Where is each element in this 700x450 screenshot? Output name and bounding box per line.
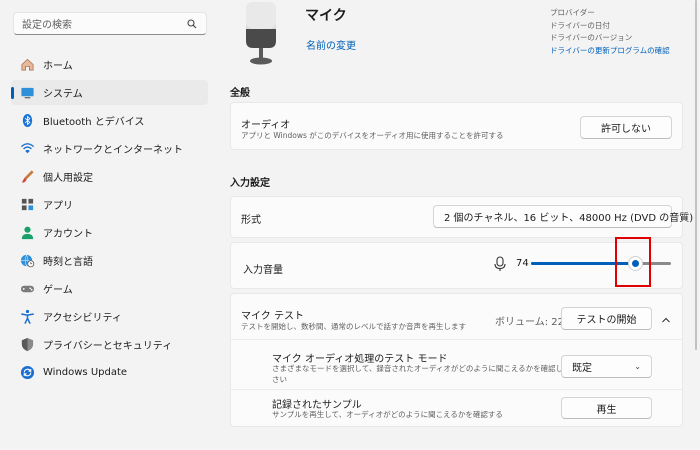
processing-desc-1: さまざまなモードを選択して、録音されたオーディオがどのように聞こえるかを確認して… [272, 364, 586, 373]
sidebar-item-label: ホーム [43, 61, 73, 72]
highlight-box [615, 237, 651, 287]
sidebar-item-system[interactable]: システム [11, 80, 208, 105]
sidebar-item-time-language[interactable]: 時刻と言語 [11, 248, 208, 273]
sidebar-item-accessibility[interactable]: アクセシビリティ [11, 304, 208, 329]
mic-test-desc: テストを開始し、数秒間、通常のレベルで話すか音声を再生します [241, 322, 466, 331]
wifi-icon [19, 141, 35, 157]
sidebar-item-label: アクセシビリティ [43, 313, 122, 324]
sidebar-item-label: 時刻と言語 [43, 257, 93, 268]
scrollbar[interactable] [694, 0, 698, 450]
processing-mode-dropdown[interactable]: 既定 ⌄ [561, 355, 652, 378]
format-value: 2 個のチャネル、16 ビット、48000 Hz (DVD の音質) [444, 213, 694, 224]
bluetooth-icon [19, 113, 35, 129]
sidebar-item-personalization[interactable]: 個人用設定 [11, 164, 208, 189]
recorded-sample-desc: サンプルを再生して、オーディオがどのように聞こえるかを確認する [272, 410, 503, 419]
sidebar-item-label: 個人用設定 [43, 173, 93, 184]
home-icon [19, 57, 35, 73]
start-test-button[interactable]: テストの開始 [561, 307, 652, 330]
chevron-down-icon: ⌄ [634, 362, 641, 371]
provider-label: プロバイダー [550, 8, 595, 17]
sidebar-item-home[interactable]: ホーム [11, 52, 208, 77]
scrollbar-thumb[interactable] [695, 0, 697, 350]
sidebar-item-gaming[interactable]: ゲーム [11, 276, 208, 301]
driver-version-label: ドライバーのバージョン [550, 33, 633, 42]
audio-card: オーディオ アプリと Windows がこのデバイスをオーディオ用に使用すること… [230, 102, 683, 150]
sidebar-item-label: アプリ [43, 201, 73, 212]
volume-value: 74 [516, 258, 529, 269]
device-name: マイク [305, 8, 347, 24]
general-section-title: 全般 [230, 88, 250, 99]
mic-test-card: マイク テスト テストを開始し、数秒間、通常のレベルで話すか音声を再生します ボ… [230, 293, 683, 427]
sidebar-item-network[interactable]: ネットワークとインターネット [11, 136, 208, 161]
device-info: プロバイダー ドライバーの日付 ドライバーのバージョン ドライバーの更新プログラ… [550, 7, 670, 57]
microphone-image [243, 2, 279, 66]
sidebar-item-label: システム [43, 89, 83, 100]
sidebar-nav: ホーム システム Bluetooth とデバイス ネットワークとインターネット … [11, 52, 208, 388]
sidebar-item-label: ゲーム [43, 285, 73, 296]
sidebar-item-label: プライバシーとセキュリティ [43, 341, 173, 352]
system-icon [19, 85, 35, 101]
accessibility-icon [19, 309, 35, 325]
driver-update-link[interactable]: ドライバーの更新プログラムの確認 [550, 45, 670, 58]
audio-desc: アプリと Windows がこのデバイスをオーディオ用に使用することを許可する [241, 131, 504, 140]
volume-label: 入力音量 [243, 265, 283, 276]
sidebar-item-label: ネットワークとインターネット [43, 145, 183, 156]
globe-clock-icon [19, 253, 35, 269]
microphone-icon [493, 256, 507, 276]
chevron-up-icon[interactable] [661, 310, 671, 329]
input-section-title: 入力設定 [230, 178, 270, 189]
format-dropdown[interactable]: 2 個のチャネル、16 ビット、48000 Hz (DVD の音質) ⌄ [433, 205, 693, 228]
driver-date-label: ドライバーの日付 [550, 20, 610, 30]
divider [231, 389, 682, 390]
sidebar-item-privacy[interactable]: プライバシーとセキュリティ [11, 332, 208, 357]
play-button[interactable]: 再生 [561, 397, 652, 419]
sidebar-item-bluetooth[interactable]: Bluetooth とデバイス [11, 108, 208, 133]
mic-test-title: マイク テスト [241, 311, 304, 322]
divider [231, 339, 682, 340]
sidebar-item-windows-update[interactable]: Windows Update [11, 360, 208, 385]
account-icon [19, 225, 35, 241]
format-label: 形式 [241, 215, 261, 226]
format-card: 形式 2 個のチャネル、16 ビット、48000 Hz (DVD の音質) ⌄ [230, 196, 693, 238]
sidebar-item-accounts[interactable]: アカウント [11, 220, 208, 245]
processing-desc-2: さい [272, 375, 287, 384]
shield-icon [19, 337, 35, 353]
sidebar-item-label: Bluetooth とデバイス [43, 117, 145, 128]
search-input[interactable]: 設定の検索 [22, 16, 186, 31]
audio-title: オーディオ [241, 120, 291, 131]
sidebar-item-apps[interactable]: アプリ [11, 192, 208, 217]
sidebar-item-label: Windows Update [43, 367, 128, 378]
brush-icon [19, 169, 35, 185]
update-icon [19, 365, 35, 381]
search-icon[interactable] [186, 18, 198, 30]
apps-icon [19, 197, 35, 213]
processing-mode-value: 既定 [572, 363, 592, 374]
disallow-button[interactable]: 許可しない [580, 116, 672, 139]
sidebar-item-label: アカウント [43, 229, 93, 240]
search-box[interactable]: 設定の検索 [13, 12, 207, 35]
rename-link[interactable]: 名前の変更 [306, 37, 356, 52]
gamepad-icon [19, 281, 35, 297]
